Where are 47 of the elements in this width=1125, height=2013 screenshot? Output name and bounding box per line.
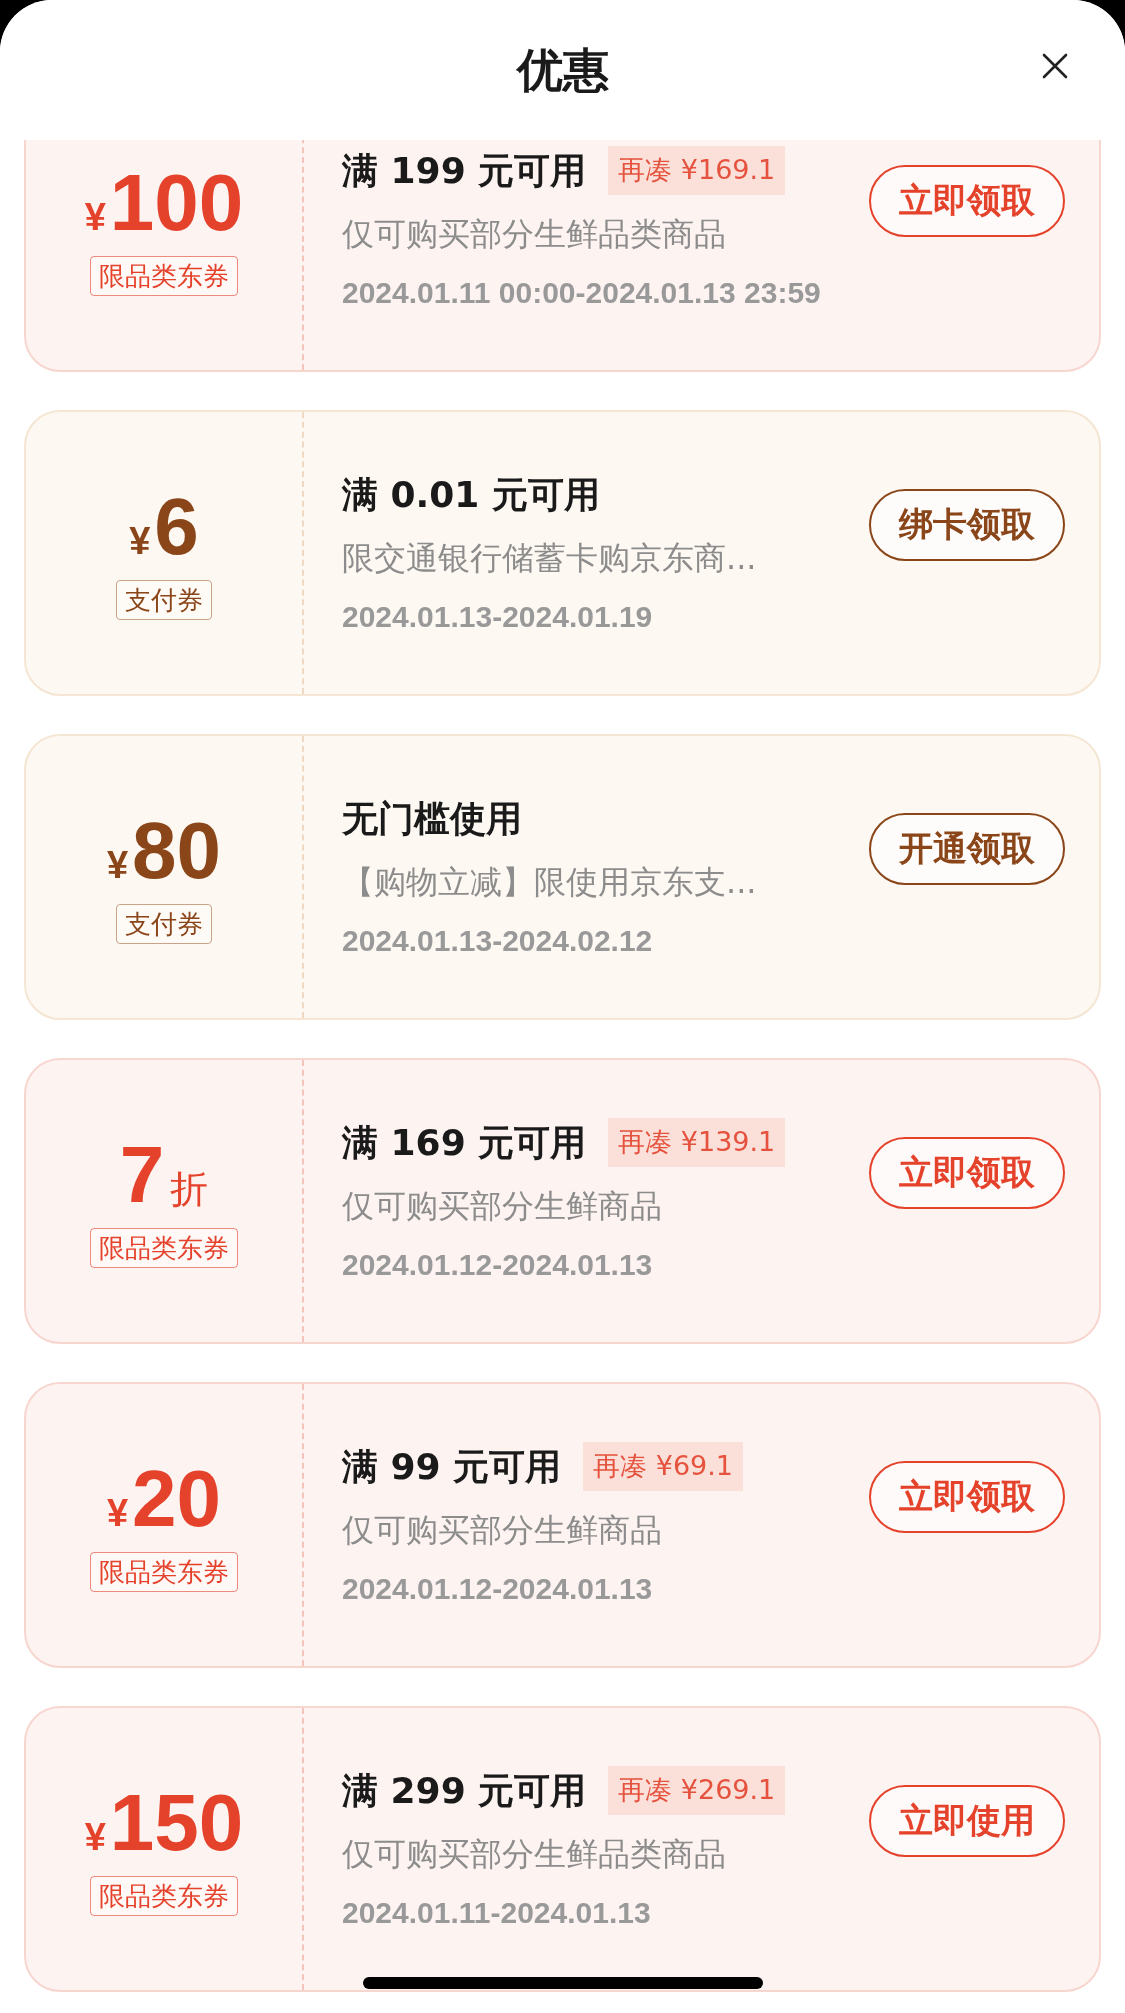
coupon-type-tag: 限品类东券 [90, 1875, 238, 1916]
claim-button[interactable]: 立即领取 [869, 164, 1065, 237]
page-title: 优惠 [516, 41, 609, 99]
currency-symbol: ¥ [106, 842, 129, 888]
claim-button[interactable]: 绑卡领取 [869, 488, 1065, 561]
coupon-type-tag: 支付券 [116, 903, 212, 944]
top-up-badge: 再凑 ¥69.1 [583, 1442, 744, 1491]
validity-period: 2024.01.12-2024.01.13 [342, 1570, 654, 1607]
coupon-description: 仅可购买部分生鲜品类商品 [342, 213, 727, 255]
coupon-type-tag: 限品类东券 [90, 255, 238, 296]
usage-condition: 满 0.01 元可用 [342, 472, 600, 517]
usage-condition: 满 99 元可用 [342, 1444, 562, 1489]
coupon-description: 限交通银行储蓄卡购京东商... [342, 537, 758, 579]
usage-condition: 满 169 元可用 [342, 1120, 587, 1165]
coupon-amount: 7 [119, 1134, 165, 1215]
coupon-description: 仅可购买部分生鲜品类商品 [342, 1833, 727, 1875]
validity-period: 2024.01.11-2024.01.13 [342, 1894, 652, 1931]
validity-period: 2024.01.12-2024.01.13 [342, 1246, 654, 1283]
validity-period: 2024.01.13-2024.01.19 [342, 598, 654, 635]
claim-button[interactable]: 开通领取 [869, 812, 1065, 885]
coupon-amount: 80 [132, 810, 222, 891]
claim-button[interactable]: 立即领取 [869, 1460, 1065, 1533]
currency-symbol: ¥ [84, 194, 106, 240]
usage-condition: 无门槛使用 [342, 796, 522, 841]
currency-symbol: ¥ [84, 1814, 106, 1860]
claim-button[interactable]: 立即领取 [869, 1136, 1065, 1209]
claim-button[interactable]: 立即使用 [869, 1784, 1065, 1857]
top-up-badge: 再凑 ¥169.1 [608, 146, 786, 195]
validity-period: 2024.01.11 00:00-2024.01.13 23:59 [342, 274, 822, 311]
coupon-amount: 20 [132, 1458, 222, 1539]
coupon-description: 仅可购买部分生鲜商品 [342, 1185, 663, 1227]
top-up-badge: 再凑 ¥139.1 [608, 1118, 786, 1167]
coupon-amount: 100 [109, 162, 244, 243]
coupon-amount: 150 [109, 1782, 244, 1863]
usage-condition: 满 199 元可用 [342, 148, 587, 193]
usage-condition: 满 299 元可用 [342, 1768, 587, 1813]
coupon-type-tag: 支付券 [116, 579, 212, 620]
validity-period: 2024.01.13-2024.02.12 [342, 922, 654, 959]
coupon-type-tag: 限品类东券 [90, 1551, 238, 1592]
coupon-type-tag: 限品类东券 [90, 1227, 238, 1268]
coupon-description: 仅可购买部分生鲜商品 [342, 1509, 663, 1551]
coupon-amount: 6 [154, 486, 199, 567]
currency-symbol: ¥ [106, 1490, 129, 1536]
currency-symbol: ¥ [129, 518, 151, 564]
discount-unit: 折 [170, 1165, 209, 1213]
top-up-badge: 再凑 ¥269.1 [608, 1766, 786, 1815]
coupon-description: 【购物立减】限使用京东支... [342, 861, 758, 903]
